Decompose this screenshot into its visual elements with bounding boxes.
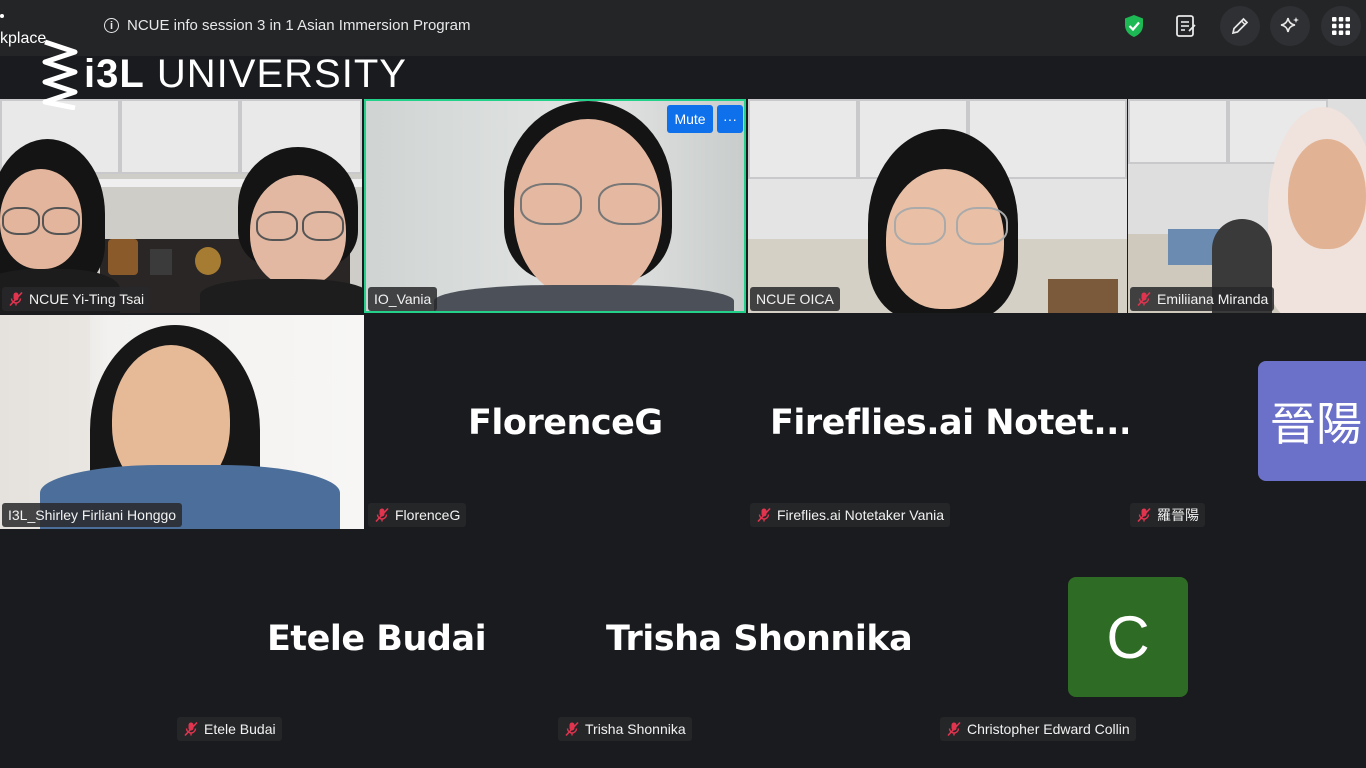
workplace-dot (0, 14, 4, 18)
participant-tile-fireflies-notetaker[interactable]: Fireflies.ai Notet... Fireflies.ai Notet… (748, 315, 1128, 529)
participant-name: Fireflies.ai Notetaker Vania (777, 507, 945, 523)
participant-display-name: Trisha Shonnika (606, 619, 913, 659)
participant-avatar: 晉陽 (1258, 361, 1366, 481)
participant-name: FlorenceG (395, 507, 461, 523)
participant-tile-etele-budai[interactable]: Etele Budai Etele Budai (175, 531, 555, 745)
avatar-initials: C (1106, 603, 1150, 671)
participant-name: NCUE Yi-Ting Tsai (29, 291, 145, 307)
whiteboard-button[interactable] (1220, 6, 1260, 46)
participant-video (0, 99, 362, 313)
participant-name-tag: Emiliiana Miranda (1130, 287, 1275, 311)
muted-mic-icon (1137, 507, 1151, 523)
participant-tile-io-vania[interactable]: Mute ··· IO_Vania (364, 99, 746, 313)
apps-button[interactable] (1321, 6, 1361, 46)
participant-name-tag: Christopher Edward Collin (940, 717, 1136, 741)
ai-companion-button[interactable] (1270, 6, 1310, 46)
participant-name: Trisha Shonnika (585, 721, 686, 737)
more-dots-icon: ··· (723, 111, 737, 127)
mute-participant-button[interactable]: Mute (667, 105, 713, 133)
participant-name: Christopher Edward Collin (967, 721, 1130, 737)
notes-icon (1176, 15, 1196, 37)
muted-mic-icon (9, 291, 23, 307)
pencil-icon (1231, 17, 1249, 35)
muted-mic-icon (1137, 291, 1151, 307)
i3l-logo-mark-icon (42, 39, 78, 110)
participant-name: 羅晉陽 (1157, 507, 1199, 523)
participant-tile-ncue-yi-ting-tsai[interactable]: NCUE Yi-Ting Tsai (0, 99, 362, 313)
sparkle-icon (1280, 17, 1299, 33)
participant-tile-trisha-shonnika[interactable]: Trisha Shonnika Trisha Shonnika (556, 531, 936, 745)
avatar-initials: 晉陽 (1270, 397, 1362, 451)
muted-mic-icon (184, 721, 198, 737)
participant-tile-i3l-shirley-firliani-honggo[interactable]: I3L_Shirley Firliani Honggo (0, 315, 364, 529)
participant-tile-luo-jin-yang[interactable]: 晉陽 羅晉陽 (1130, 315, 1366, 529)
muted-mic-icon (947, 721, 961, 737)
participant-avatar: C (1068, 577, 1188, 697)
participant-name: Emiliiana Miranda (1157, 291, 1269, 307)
logo-brand-bold: i3L (84, 51, 145, 96)
participant-name-tag: IO_Vania (368, 287, 438, 311)
participant-name-tag: NCUE Yi-Ting Tsai (2, 287, 151, 311)
participant-name: NCUE OICA (756, 291, 834, 307)
participant-tile-christopher-edward-collin[interactable]: C Christopher Edward Collin (938, 531, 1318, 745)
participant-display-name: FlorenceG (468, 403, 663, 443)
meeting-info-button[interactable]: i NCUE info session 3 in 1 Asian Immersi… (104, 14, 470, 36)
info-icon: i (104, 17, 119, 33)
participant-video (1128, 99, 1366, 313)
participant-name-tag: NCUE OICA (750, 287, 840, 311)
participant-display-name: Etele Budai (267, 619, 487, 659)
participant-name-tag: Etele Budai (177, 717, 282, 741)
participant-name-tag: 羅晉陽 (1130, 503, 1205, 527)
participant-video (0, 315, 364, 529)
more-options-button[interactable]: ··· (717, 105, 743, 133)
participant-name-tag: I3L_Shirley Firliani Honggo (2, 503, 183, 527)
participant-name-tag: Fireflies.ai Notetaker Vania (750, 503, 951, 527)
muted-mic-icon (757, 507, 771, 523)
shield-check-icon (1125, 15, 1143, 37)
i3l-university-logo: i3L UNIVERSITY (42, 38, 407, 110)
participant-name-tag: Trisha Shonnika (558, 717, 692, 741)
muted-mic-icon (565, 721, 579, 737)
participant-name: Etele Budai (204, 721, 276, 737)
participant-tile-florenceg[interactable]: FlorenceG FlorenceG (366, 315, 746, 529)
workplace-label: kplace (0, 30, 47, 47)
notes-button[interactable] (1166, 6, 1206, 46)
logo-wordmark: i3L UNIVERSITY (84, 52, 407, 97)
participant-display-name: Fireflies.ai Notet... (770, 403, 1128, 443)
participant-name-tag: FlorenceG (368, 503, 467, 527)
participant-name: I3L_Shirley Firliani Honggo (8, 507, 177, 523)
participant-name: IO_Vania (374, 291, 432, 307)
grid-apps-icon (1332, 17, 1350, 35)
meeting-title: NCUE info session 3 in 1 Asian Immersion… (127, 16, 471, 34)
encryption-shield-button[interactable] (1114, 6, 1154, 46)
participant-tile-emiliiana-miranda[interactable]: Emiliiana Miranda (1128, 99, 1366, 313)
muted-mic-icon (375, 507, 389, 523)
logo-brand-text: UNIVERSITY (144, 51, 407, 96)
participant-video (748, 99, 1127, 313)
participant-tile-ncue-oica[interactable]: NCUE OICA (748, 99, 1127, 313)
